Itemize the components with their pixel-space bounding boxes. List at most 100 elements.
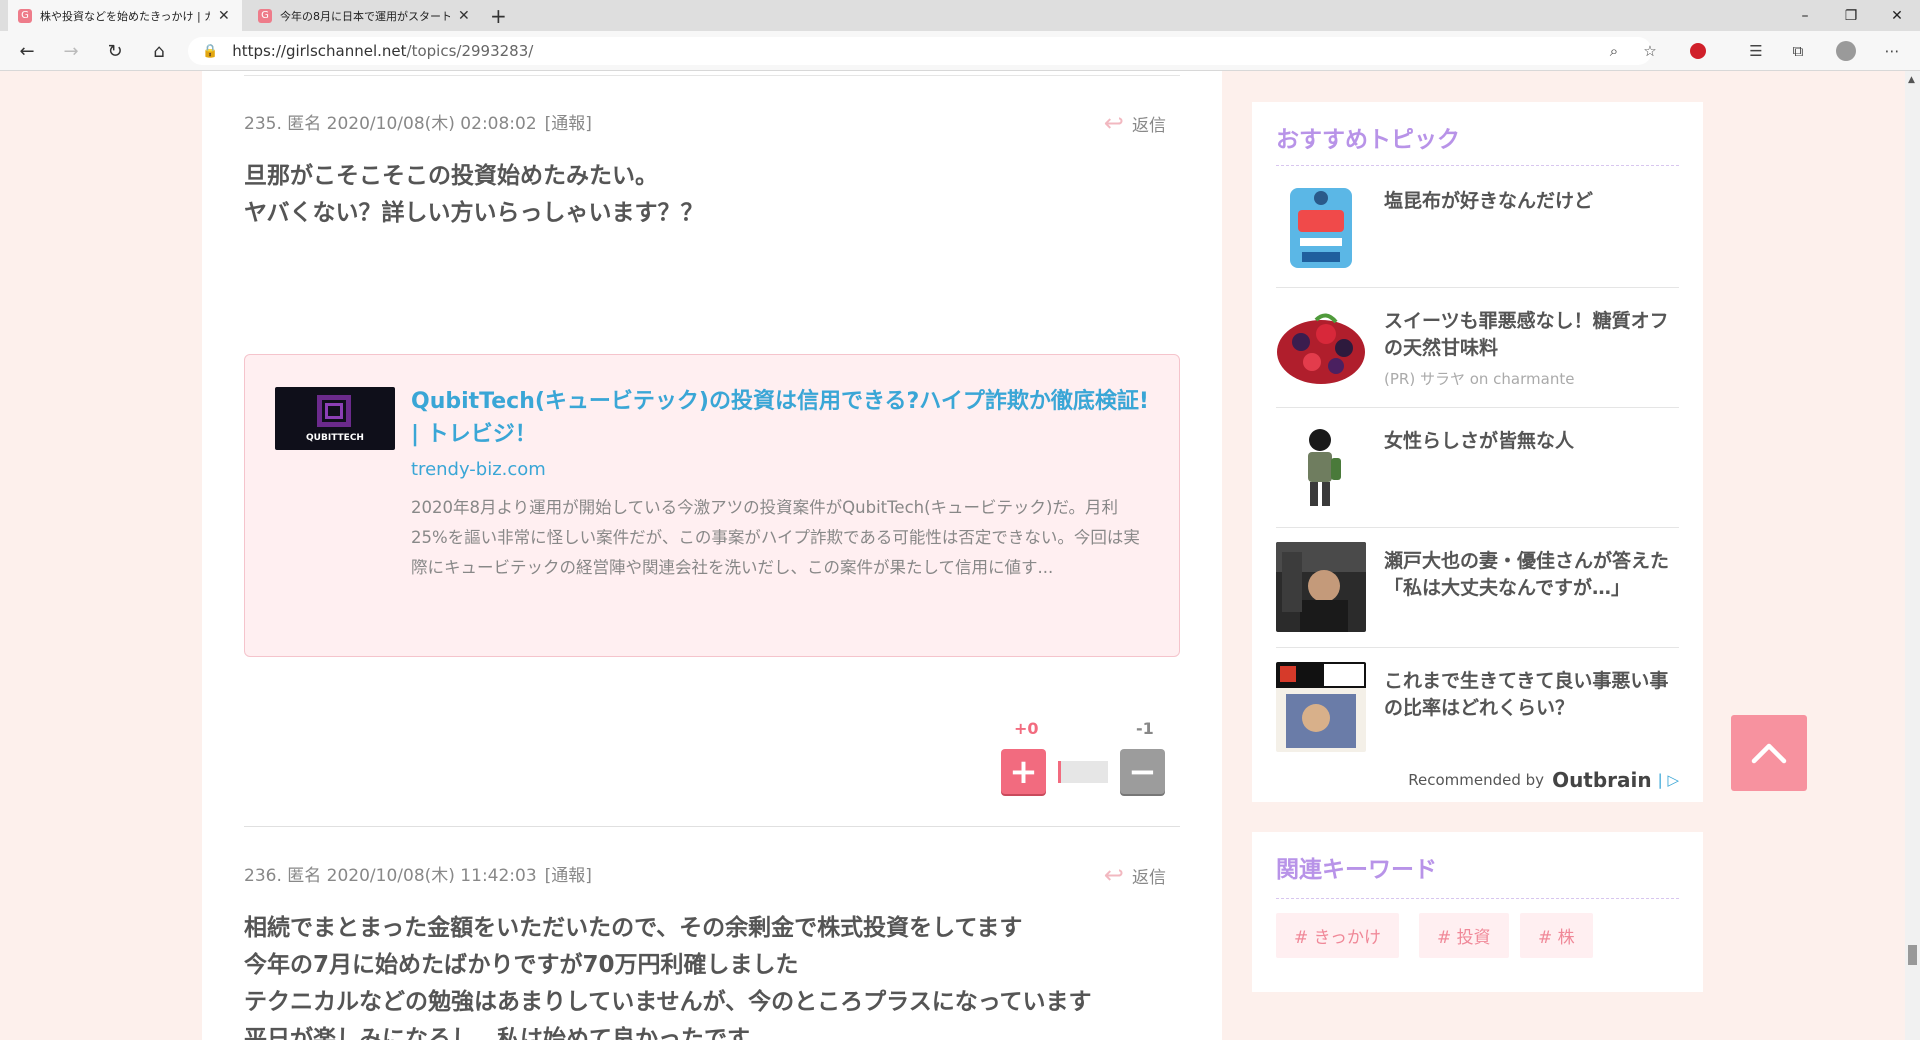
lock-icon: 🔒 <box>202 43 219 59</box>
sidebar: おすすめトピック 塩昆布が好きなんだけど スイーツも罪悪感なし！糖質オフの天然甘… <box>1222 71 1905 1040</box>
item-title[interactable]: 塩昆布が好きなんだけど <box>1384 188 1679 215</box>
close-window-button[interactable]: ✕ <box>1874 0 1920 31</box>
collections-icon[interactable]: ⧉ <box>1786 39 1810 63</box>
keyword-tag[interactable]: # 株 <box>1520 913 1593 958</box>
item-title[interactable]: 瀬戸大也の妻・優佳さんが答えた「私は大丈夫なんですが…」 <box>1384 548 1679 602</box>
site-favicon-icon: G <box>18 8 32 23</box>
recommended-title: おすすめトピック <box>1276 127 1460 153</box>
divider <box>1276 165 1679 166</box>
item-thumbnail[interactable] <box>1276 542 1366 632</box>
vote-ratio-bar <box>1058 761 1108 783</box>
recommended-item[interactable]: これまで生きてきて良い事悪い事の比率はどれくらい？ <box>1276 662 1679 782</box>
tab-title: 今年の8月に日本で運用がスタートしたQubitTech <box>280 9 450 23</box>
url-input[interactable]: 🔒 https://girlschannel.net/topics/299328… <box>188 37 1652 65</box>
plus-count: +0 <box>1014 719 1039 738</box>
link-thumbnail[interactable]: QUBITTECH <box>275 387 395 450</box>
reply-label: 返信 <box>1132 115 1166 136</box>
comment-line: 平日が楽しみになるし、私は始めて良かったです <box>244 1026 750 1040</box>
recommended-topics-box: おすすめトピック 塩昆布が好きなんだけど スイーツも罪悪感なし！糖質オフの天然甘… <box>1252 102 1703 802</box>
reply-button[interactable]: ↩ 返信 <box>1104 861 1166 889</box>
recommended-item[interactable]: 瀬戸大也の妻・優佳さんが答えた「私は大丈夫なんですが…」 <box>1276 542 1679 662</box>
profile-avatar-icon[interactable] <box>1834 39 1858 63</box>
comment-meta: 235. 匿名 2020/10/08(木) 02:08:02 [通報] <box>244 109 1180 134</box>
reply-button[interactable]: ↩ 返信 <box>1104 109 1166 137</box>
forward-icon[interactable]: → <box>58 39 84 63</box>
link-domain[interactable]: trendy-biz.com <box>411 459 546 480</box>
keywords-title: 関連キーワード <box>1276 857 1437 883</box>
favorite-star-icon[interactable]: ☆ <box>1638 39 1662 63</box>
favorites-list-icon[interactable]: ☰ <box>1744 39 1768 63</box>
plus-vote-button[interactable]: + <box>1001 749 1046 794</box>
divider <box>1276 287 1679 288</box>
related-keywords-box: 関連キーワード # きっかけ # 投資 # 株 <box>1252 832 1703 992</box>
browser-tab-2[interactable]: G 今年の8月に日本で運用がスタートしたQubitTech ✕ <box>248 0 482 31</box>
divider <box>1276 527 1679 528</box>
link-preview-card[interactable]: QUBITTECH QubitTech(キュービテック)の投資は信用できる?ハイ… <box>244 354 1180 657</box>
outbrain-attribution[interactable]: Recommended by Outbrain | ▷ <box>1408 768 1679 792</box>
divider <box>244 75 1180 76</box>
more-menu-icon[interactable]: ⋯ <box>1880 39 1904 63</box>
back-to-top-button[interactable] <box>1731 715 1807 791</box>
back-icon[interactable]: ← <box>14 39 40 63</box>
recommended-by-label: Recommended by <box>1408 771 1545 789</box>
divider <box>1276 407 1679 408</box>
refresh-icon[interactable]: ↻ <box>102 39 128 63</box>
page-margin-left <box>0 71 202 1040</box>
keyword-tag[interactable]: # 投資 <box>1419 913 1509 958</box>
page-scrollbar[interactable]: ▲ <box>1905 71 1920 1040</box>
comment-header: 236. 匿名 2020/10/08(木) 11:42:03 <box>244 866 537 886</box>
vote-area: +0 -1 + − <box>202 719 1222 809</box>
comment-header: 235. 匿名 2020/10/08(木) 02:08:02 <box>244 114 537 134</box>
item-title[interactable]: これまで生きてきて良い事悪い事の比率はどれくらい？ <box>1384 668 1679 722</box>
recommended-item[interactable]: 女性らしさが皆無な人 <box>1276 422 1679 542</box>
minus-count: -1 <box>1136 719 1154 738</box>
url-path: /topics/2993283/ <box>406 42 534 60</box>
recommended-item[interactable]: 塩昆布が好きなんだけど <box>1276 182 1679 302</box>
comment-236: 236. 匿名 2020/10/08(木) 11:42:03 [通報] ↩ 返信 … <box>244 861 1180 1040</box>
outbrain-logo: Outbrain <box>1552 768 1652 792</box>
comment-body: 旦那がこそこそこの投資始めたみたい。 ヤバくない？詳しい方いらっしゃいます？？ <box>244 158 1180 232</box>
comment-line: ヤバくない？詳しい方いらっしゃいます？？ <box>244 200 704 226</box>
home-icon[interactable]: ⌂ <box>146 39 172 63</box>
comment-line: 旦那がこそこそこの投資始めたみたい。 <box>244 163 658 189</box>
scrollbar-thumb[interactable] <box>1908 945 1917 965</box>
comment-line: 相続でまとまった金額をいただいたので、その余剰金で株式投資をしてます <box>244 915 1023 941</box>
site-favicon-icon: G <box>258 8 272 23</box>
minus-vote-button[interactable]: − <box>1120 749 1165 794</box>
minimize-button[interactable]: – <box>1782 0 1828 31</box>
browser-tab-1[interactable]: G 株や投資などを始めたきっかけ | ガールズちゃんねる ✕ <box>8 0 242 31</box>
qubittech-logo-inner <box>325 403 343 419</box>
tab-title: 株や投資などを始めたきっかけ | ガールズちゃんねる <box>40 9 210 23</box>
new-tab-button[interactable]: + <box>490 4 507 28</box>
tab-bar: G 株や投資などを始めたきっかけ | ガールズちゃんねる ✕ G 今年の8月に日… <box>0 0 1920 31</box>
tab-close-icon[interactable]: ✕ <box>458 8 470 24</box>
maximize-button[interactable]: ❐ <box>1828 0 1874 31</box>
item-thumbnail[interactable] <box>1276 302 1366 392</box>
extension-icon[interactable] <box>1686 39 1710 63</box>
zoom-icon[interactable]: ⌕ <box>1602 39 1626 63</box>
item-title[interactable]: スイーツも罪悪感なし！糖質オフの天然甘味料 <box>1384 308 1679 362</box>
item-source: (PR) サラヤ on charmante <box>1384 370 1575 388</box>
divider <box>1276 898 1679 899</box>
report-link[interactable]: [通報] <box>545 114 592 134</box>
keyword-tag[interactable]: # きっかけ <box>1276 913 1399 958</box>
recommended-item[interactable]: スイーツも罪悪感なし！糖質オフの天然甘味料 (PR) サラヤ on charma… <box>1276 302 1679 422</box>
comment-body: 相続でまとまった金額をいただいたので、その余剰金で株式投資をしてます 今年の7月… <box>244 910 1180 1040</box>
link-description: 2020年8月より運用が開始している今激アツの投資案件がQubitTech(キュ… <box>411 498 1140 577</box>
item-thumbnail[interactable] <box>1276 422 1366 512</box>
item-title[interactable]: 女性らしさが皆無な人 <box>1384 428 1679 455</box>
divider <box>1276 647 1679 648</box>
reply-arrow-icon: ↩ <box>1103 861 1124 889</box>
url-host: https://girlschannel.net <box>232 42 407 60</box>
link-title[interactable]: QubitTech(キュービテック)の投資は信用できる?ハイプ詐欺か徹底検証! … <box>411 385 1151 451</box>
reply-label: 返信 <box>1132 867 1166 888</box>
report-link[interactable]: [通報] <box>545 866 592 886</box>
adchoices-icon[interactable]: | ▷ <box>1658 771 1679 789</box>
item-thumbnail[interactable] <box>1276 662 1366 752</box>
thumbnail-brand: QUBITTECH <box>306 433 364 443</box>
tab-close-icon[interactable]: ✕ <box>218 8 230 24</box>
comment-line: テクニカルなどの勉強はあまりしていませんが、今のところプラスになっています <box>244 989 1092 1015</box>
comments-main: 235. 匿名 2020/10/08(木) 02:08:02 [通報] ↩ 返信 … <box>202 71 1222 1040</box>
scroll-up-icon[interactable]: ▲ <box>1908 75 1915 85</box>
item-thumbnail[interactable] <box>1276 182 1366 272</box>
